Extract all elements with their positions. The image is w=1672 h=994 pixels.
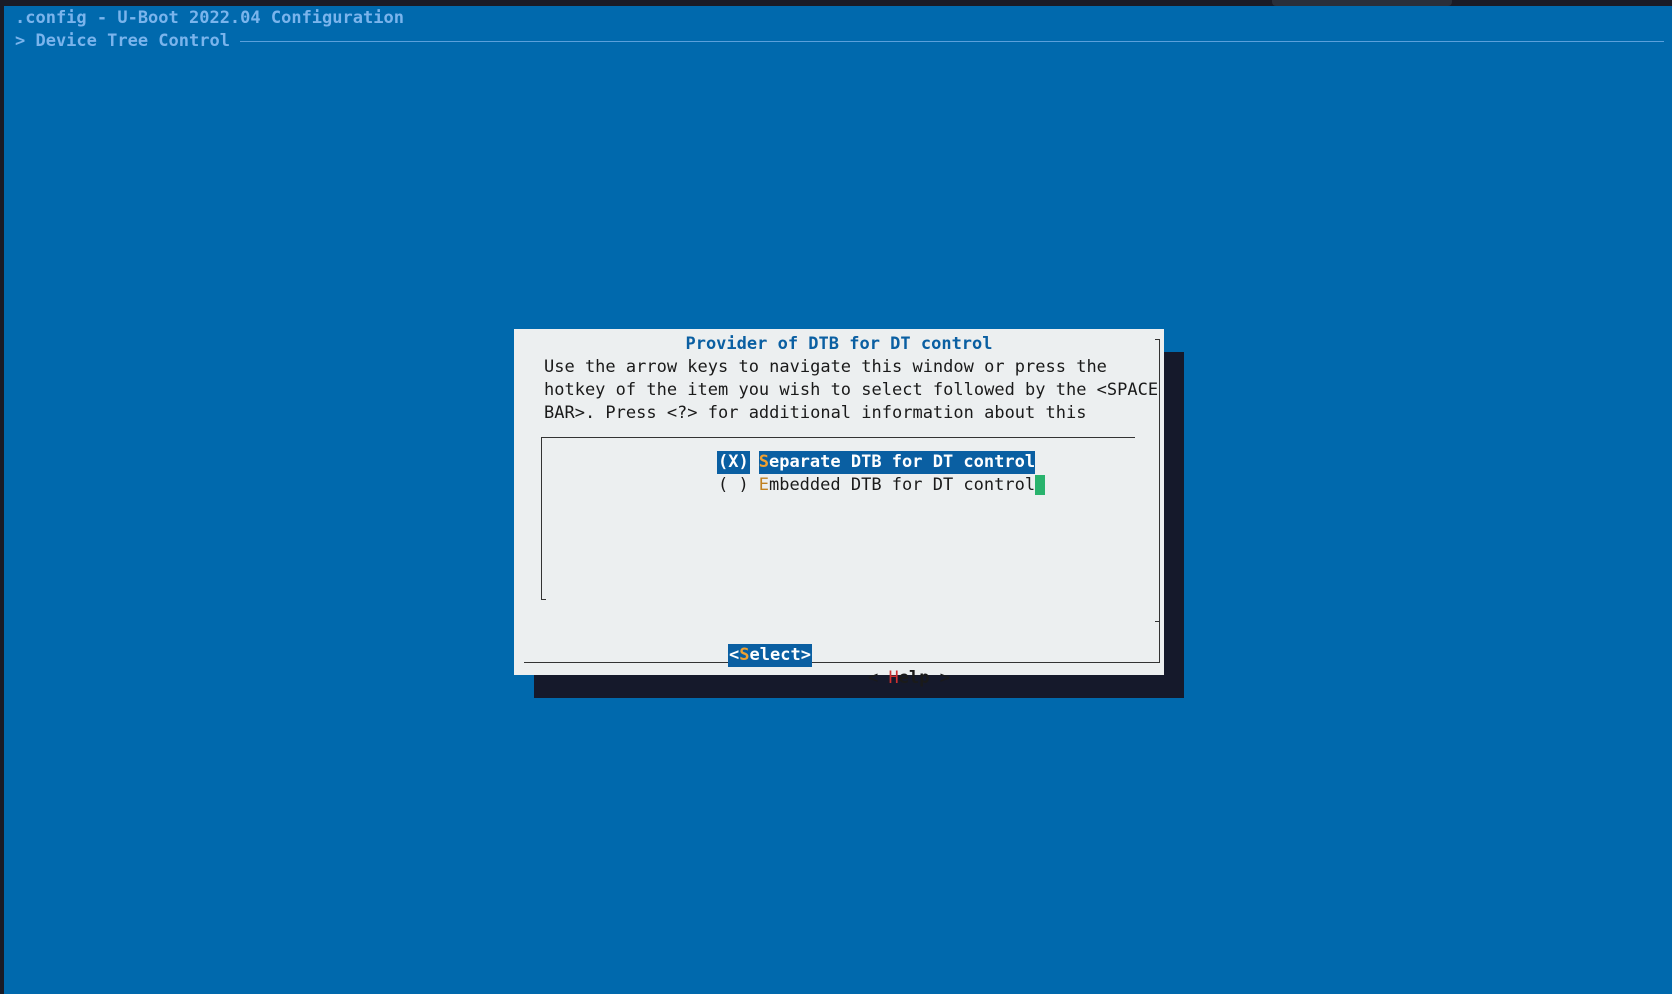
radio-unselected[interactable]: ( )	[717, 474, 750, 497]
text-cursor	[1035, 475, 1046, 495]
instruction-line: hotkey of the item you wish to select fo…	[544, 380, 1159, 400]
select-button[interactable]: <Select>	[728, 644, 812, 667]
dialog-buttons: <Select> < Help >	[514, 621, 1164, 688]
help-hotkey: H	[888, 668, 899, 688]
option-label[interactable]: Embedded DTB for DT control	[759, 474, 1035, 497]
select-hotkey: S	[739, 645, 750, 665]
breadcrumb: > Device Tree Control	[15, 30, 1664, 53]
instruction-line: Use the arrow keys to navigate this wind…	[544, 357, 1107, 377]
option-text: eparate DTB for DT control	[768, 452, 1036, 472]
radio-selected[interactable]: (X)	[717, 451, 750, 474]
dialog-title: Provider of DTB for DT control	[685, 334, 993, 354]
instruction-line: BAR>. Press <?> for additional informati…	[544, 403, 1087, 423]
option-embedded-dtb[interactable]: ( ) Embedded DTB for DT control	[717, 474, 1046, 497]
app-title: .config - U-Boot 2022.04 Configuration	[15, 8, 404, 28]
dialog-instructions: Use the arrow keys to navigate this wind…	[544, 356, 1159, 425]
options-list: (X) Separate DTB for DT control ( ) Embe…	[541, 437, 1135, 600]
option-hotkey: E	[758, 475, 769, 495]
breadcrumb-label: > Device Tree Control	[15, 31, 230, 51]
option-hotkey: S	[758, 452, 769, 472]
breadcrumb-rule	[239, 41, 1664, 42]
option-separate-dtb[interactable]: (X) Separate DTB for DT control	[717, 451, 1036, 474]
options-list-corner	[541, 599, 546, 600]
option-label[interactable]: Separate DTB for DT control	[758, 451, 1036, 474]
option-text: mbedded DTB for DT control	[768, 475, 1036, 495]
terminal-screen: .config - U-Boot 2022.04 Configuration >…	[4, 6, 1672, 994]
help-button[interactable]: < Help >	[868, 667, 950, 690]
choice-dialog: Provider of DTB for DT control Use the a…	[514, 329, 1164, 688]
